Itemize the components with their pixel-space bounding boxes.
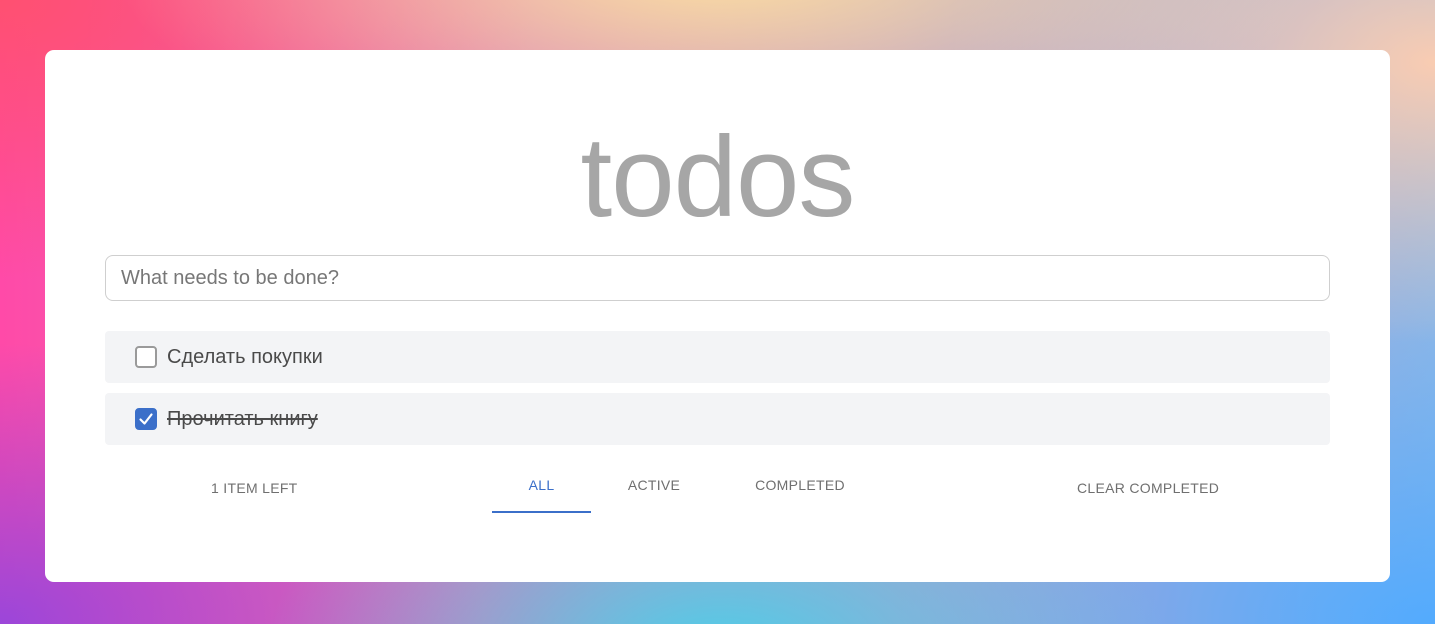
todo-footer: 1 item left All Active Completed Clear c… — [105, 460, 1330, 520]
filter-all-tab[interactable]: All — [492, 460, 591, 513]
todo-card: todos Сделать покупки Прочитать книгу 1 … — [45, 50, 1390, 582]
filter-active-tab[interactable]: Active — [591, 460, 717, 513]
todo-item[interactable]: Прочитать книгу — [105, 393, 1330, 445]
check-icon — [139, 413, 153, 425]
todo-item[interactable]: Сделать покупки — [105, 331, 1330, 383]
todo-text: Прочитать книгу — [167, 407, 318, 430]
new-todo-input[interactable] — [105, 255, 1330, 301]
filter-completed-tab[interactable]: Completed — [717, 460, 883, 513]
todo-list: Сделать покупки Прочитать книгу — [105, 331, 1330, 455]
clear-completed-button[interactable]: Clear completed — [1077, 480, 1219, 496]
todo-text: Сделать покупки — [167, 345, 323, 368]
todo-checkbox-checked[interactable] — [135, 408, 157, 430]
items-left-count: 1 item left — [211, 480, 298, 496]
filter-tabs: All Active Completed — [492, 460, 883, 514]
app-title: todos — [580, 114, 856, 241]
todo-checkbox[interactable] — [135, 346, 157, 368]
